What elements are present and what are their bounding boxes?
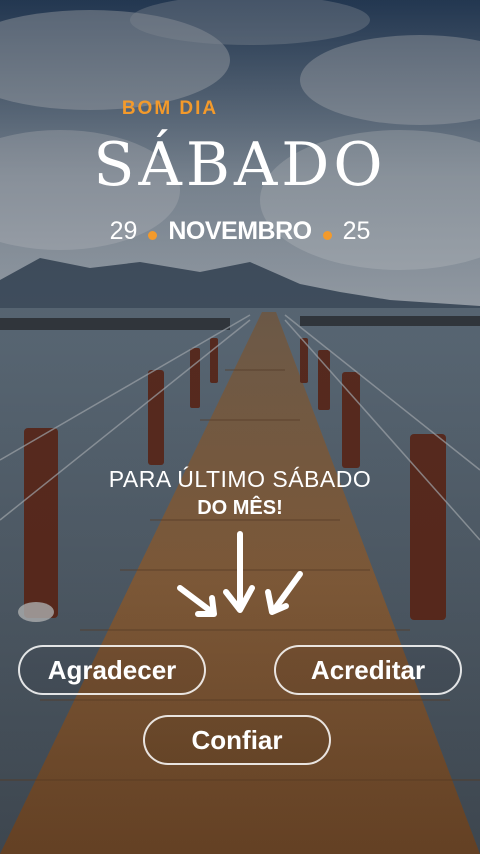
message-line-2: DO MÊS! — [197, 497, 283, 519]
acreditar-button[interactable]: Acreditar — [274, 645, 462, 695]
date-year: 25 — [342, 217, 371, 245]
date-line: 29 NOVEMBRO 25 — [0, 217, 480, 246]
greeting: BOM DIA — [121, 98, 219, 119]
dot-separator — [148, 231, 158, 240]
story-card: BOM DIA SÁBADO 29 NOVEMBRO 25 PARA ÚLTIM… — [0, 0, 480, 854]
day-title: SÁBADO — [93, 130, 387, 200]
date-month: NOVEMBRO — [168, 217, 312, 245]
date-day: 29 — [109, 217, 138, 245]
dot-separator — [322, 231, 332, 240]
message-line-1: PARA ÚLTIMO SÁBADO — [108, 466, 372, 492]
arrows-down-icon — [177, 531, 303, 617]
confiar-button[interactable]: Confiar — [143, 715, 331, 765]
agradecer-button[interactable]: Agradecer — [18, 645, 206, 695]
